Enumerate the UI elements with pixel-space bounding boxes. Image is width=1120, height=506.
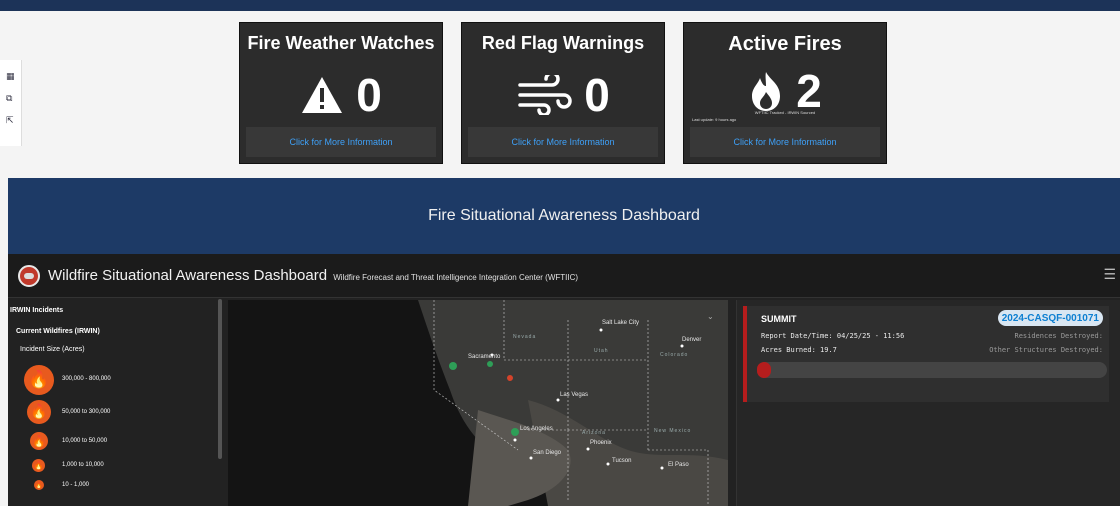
acres-burned: Acres Burned: 19.7: [761, 346, 837, 354]
fire-icon: 🔥: [24, 365, 54, 395]
legend-item-label: 300,000 - 800,000: [62, 376, 111, 382]
last-update-note: Last update: 9 hours ago: [692, 117, 737, 122]
fire-icon: 🔥: [27, 400, 51, 424]
warning-triangle-icon: [302, 77, 343, 113]
card-value: 0: [584, 69, 610, 121]
legend-item: 🔥 10,000 to 50,000: [24, 432, 107, 450]
map-state-new-mexico: New Mexico: [654, 428, 692, 434]
legend-item: 🔥 1,000 to 10,000: [24, 459, 104, 472]
incident-panel: SUMMIT 2024-CASQF-001071 Report Date/Tim…: [736, 300, 1120, 506]
copy-icon[interactable]: ⧉: [6, 94, 16, 104]
fire-icon: 🔥: [32, 459, 45, 472]
top-navigation-bar: [0, 0, 1120, 11]
agency-logo: [18, 265, 40, 287]
embedded-dashboard: Wildfire Situational Awareness Dashboard…: [8, 254, 1120, 506]
card-title: Active Fires: [728, 33, 842, 55]
legend-item-label: 10,000 to 50,000: [62, 438, 108, 444]
card-value-row: 0: [462, 65, 664, 125]
map-label-los-angeles: Los Angeles: [520, 426, 553, 432]
legend-header: IRWIN Incidents: [10, 307, 64, 314]
card-value: 0: [356, 69, 382, 121]
map-label-san-diego: San Diego: [533, 450, 562, 456]
wind-icon: [518, 75, 572, 115]
map-state-nevada: Nevada: [513, 334, 537, 340]
chevron-down-icon[interactable]: ⌄: [707, 312, 714, 321]
dashboard-banner: Fire Situational Awareness Dashboard: [8, 178, 1120, 254]
map-label-tucson: Tucson: [612, 458, 632, 464]
map-state-arizona: Arizona: [582, 430, 606, 436]
share-icon[interactable]: ⇱: [6, 116, 16, 126]
app-header: Wildfire Situational Awareness Dashboard…: [8, 254, 1120, 298]
map-state-colorado: Colorado: [660, 352, 689, 358]
legend-layer-title: Current Wildfires (IRWIN): [16, 328, 100, 335]
banner-title: Fire Situational Awareness Dashboard: [428, 207, 700, 224]
incident-id-badge[interactable]: 2024-CASQF-001071: [997, 310, 1103, 326]
containment-progress-fill: [757, 362, 771, 378]
map-label-phoenix: Phoenix: [590, 440, 612, 446]
app-title: Wildfire Situational Awareness Dashboard…: [48, 267, 578, 284]
incident-name: SUMMIT: [761, 314, 797, 324]
legend-scrollbar[interactable]: [218, 299, 222, 459]
legend-item-label: 10 - 1,000: [62, 482, 90, 488]
hamburger-menu-icon[interactable]: ☰: [1103, 266, 1116, 283]
legend-item: 🔥 10 - 1,000: [24, 480, 89, 490]
legend-item: 🔥 50,000 to 300,000: [24, 400, 110, 424]
map-label-las-vegas: Las Vegas: [560, 392, 589, 398]
more-info-link[interactable]: Click for More Information: [468, 127, 658, 157]
map-view[interactable]: Salt Lake City Denver Sacramento Las Veg…: [228, 300, 728, 506]
more-info-link[interactable]: Click for More Information: [246, 127, 436, 157]
legend-item-label: 50,000 to 300,000: [62, 409, 111, 415]
source-note: WFTIIC Tracked - IRWIN Sourced: [754, 110, 816, 115]
map-label-sacramento: Sacramento: [468, 354, 501, 360]
map-label-el-paso: El Paso: [668, 462, 689, 468]
fire-icon: 🔥: [34, 480, 44, 490]
map-canvas: [228, 300, 728, 506]
book-icon[interactable]: ▦: [6, 72, 16, 82]
app-title-text: Wildfire Situational Awareness Dashboard: [48, 267, 328, 284]
incident-card[interactable]: SUMMIT 2024-CASQF-001071 Report Date/Tim…: [743, 306, 1109, 402]
legend-size-label: Incident Size (Acres): [20, 346, 85, 353]
containment-progress-bar: [757, 362, 1107, 378]
card-title: Fire Weather Watches: [247, 33, 435, 53]
legend-item-label: 1,000 to 10,000: [62, 462, 104, 468]
structures-destroyed-label: Other Structures Destroyed:: [989, 346, 1103, 354]
app-subtitle: Wildfire Forecast and Threat Intelligenc…: [333, 273, 579, 282]
active-fires-card: Active Fires 2 WFTIIC Tracked - IRWIN So…: [683, 22, 887, 164]
legend-panel: IRWIN Incidents Current Wildfires (IRWIN…: [8, 299, 220, 506]
card-value-row: 0: [240, 65, 442, 125]
more-info-link[interactable]: Click for More Information: [690, 127, 880, 157]
legend-item: 🔥 300,000 - 800,000: [24, 365, 111, 395]
fire-weather-watches-card: Fire Weather Watches 0 Click for More In…: [239, 22, 443, 164]
card-title: Red Flag Warnings: [481, 33, 645, 53]
fire-icon: 🔥: [30, 432, 48, 450]
map-label-salt-lake-city: Salt Lake City: [602, 320, 640, 326]
map-state-utah: Utah: [594, 348, 609, 354]
red-flag-warnings-card: Red Flag Warnings 0 Click for More Infor…: [461, 22, 665, 164]
flame-icon: [752, 72, 781, 111]
map-label-denver: Denver: [682, 337, 702, 343]
report-datetime: Report Date/Time: 04/25/25 - 11:56: [761, 332, 905, 340]
residences-destroyed-label: Residences Destroyed:: [1014, 332, 1103, 340]
left-toolbar: ▦ ⧉ ⇱: [0, 60, 22, 146]
